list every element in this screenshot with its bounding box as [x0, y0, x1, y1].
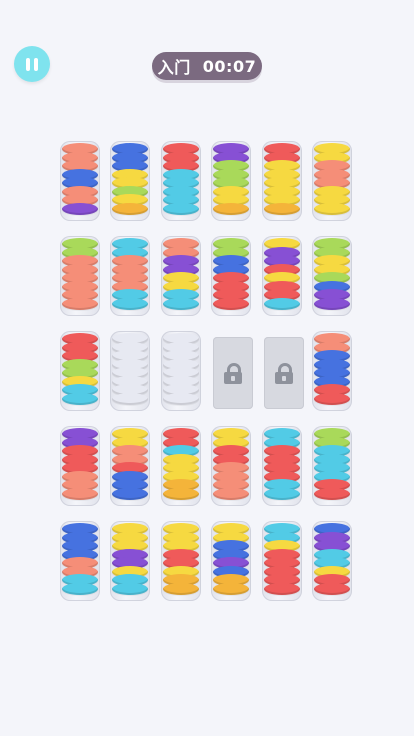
tube[interactable] [262, 521, 302, 601]
disc [112, 202, 148, 215]
disc [264, 582, 300, 595]
disc [62, 202, 98, 215]
tube[interactable] [110, 426, 150, 506]
tube[interactable] [110, 141, 150, 221]
disc [163, 297, 199, 310]
tube[interactable] [110, 236, 150, 316]
disc [264, 202, 300, 215]
disc [163, 202, 199, 215]
tube[interactable] [312, 331, 352, 411]
locked-slot[interactable] [264, 337, 304, 409]
tube[interactable] [262, 236, 302, 316]
tube[interactable] [60, 521, 100, 601]
tube[interactable] [60, 141, 100, 221]
tube[interactable] [211, 521, 251, 601]
disc [314, 392, 350, 405]
game-board [0, 0, 414, 736]
tube[interactable] [110, 521, 150, 601]
tube[interactable] [211, 426, 251, 506]
lock-icon [275, 363, 293, 384]
tube[interactable] [161, 141, 201, 221]
disc [112, 297, 148, 310]
tube[interactable] [312, 141, 352, 221]
tube[interactable] [110, 331, 150, 411]
disc [163, 487, 199, 500]
lock-icon [224, 363, 242, 384]
tube[interactable] [161, 426, 201, 506]
tube[interactable] [312, 426, 352, 506]
disc [213, 487, 249, 500]
disc [163, 392, 199, 405]
disc [62, 582, 98, 595]
locked-slot[interactable] [213, 337, 253, 409]
disc [213, 297, 249, 310]
tube[interactable] [262, 141, 302, 221]
disc [213, 202, 249, 215]
disc [314, 202, 350, 215]
disc [213, 582, 249, 595]
tube[interactable] [312, 521, 352, 601]
disc [62, 487, 98, 500]
disc [62, 392, 98, 405]
disc [163, 582, 199, 595]
disc [314, 582, 350, 595]
tube[interactable] [161, 331, 201, 411]
tube[interactable] [211, 141, 251, 221]
disc [112, 487, 148, 500]
disc [112, 582, 148, 595]
tube[interactable] [60, 426, 100, 506]
tube[interactable] [161, 521, 201, 601]
disc [264, 297, 300, 310]
disc [264, 487, 300, 500]
disc [62, 297, 98, 310]
tube[interactable] [262, 426, 302, 506]
tube[interactable] [60, 236, 100, 316]
tube[interactable] [211, 236, 251, 316]
tube[interactable] [60, 331, 100, 411]
disc [314, 487, 350, 500]
disc [314, 297, 350, 310]
tube[interactable] [161, 236, 201, 316]
tube[interactable] [312, 236, 352, 316]
disc [112, 392, 148, 405]
